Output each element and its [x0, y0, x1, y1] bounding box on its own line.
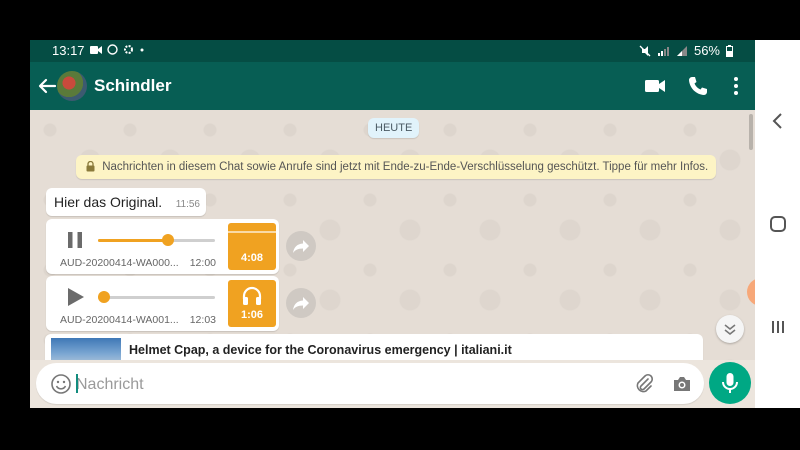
phone-screen: 13:17 56% Schindler HEUTE Nachrichten in… — [30, 40, 755, 408]
forward-button[interactable] — [286, 288, 316, 318]
back-arrow-icon[interactable] — [36, 75, 58, 97]
composer-bar — [30, 360, 755, 408]
settings-notification-icon — [124, 45, 133, 54]
message-time: 11:56 — [175, 199, 200, 210]
status-time: 13:17 — [52, 43, 85, 58]
chat-header: Schindler — [30, 62, 755, 110]
audio-filename: AUD-20200414-WA001... — [60, 314, 179, 326]
link-thumbnail — [51, 338, 121, 360]
attachment-icon[interactable] — [633, 373, 655, 395]
link-preview-message[interactable]: Helmet Cpap, a device for the Coronaviru… — [45, 334, 703, 360]
audio-message[interactable]: AUD-20200414-WA000... 12:00 4:08 — [46, 219, 279, 274]
audio-duration-badge: 4:08 — [228, 223, 276, 270]
edge-floating-handle[interactable] — [747, 278, 755, 306]
audio-progress-fill — [98, 239, 169, 242]
status-icons — [90, 44, 145, 55]
audio-duration: 4:08 — [240, 252, 264, 264]
date-chip: HEUTE — [368, 118, 420, 138]
message-input[interactable] — [74, 369, 618, 400]
video-notification-icon — [90, 45, 102, 54]
contact-name[interactable]: Schindler — [94, 76, 171, 96]
system-nav-bar — [755, 40, 800, 408]
more-options-icon[interactable] — [724, 74, 748, 98]
battery-percentage: 56% — [693, 43, 720, 58]
home-nav-icon[interactable] — [767, 213, 789, 235]
forward-icon — [293, 240, 309, 253]
back-nav-icon[interactable] — [767, 110, 789, 132]
link-title: Helmet Cpap, a device for the Coronaviru… — [129, 343, 512, 357]
video-call-icon[interactable] — [643, 74, 667, 98]
dot-icon — [140, 48, 144, 51]
audio-message[interactable]: AUD-20200414-WA001... 12:03 1:06 — [46, 276, 279, 331]
audio-progress-track[interactable] — [97, 291, 215, 303]
chat-area[interactable]: HEUTE Nachrichten in diesem Chat sowie A… — [30, 110, 755, 360]
text-cursor — [76, 374, 78, 393]
audio-time: 12:00 — [189, 257, 216, 269]
audio-time: 12:03 — [189, 314, 216, 326]
signal-icon — [676, 45, 687, 56]
audio-seek-handle[interactable] — [97, 291, 110, 303]
camera-icon[interactable] — [671, 373, 693, 395]
voice-call-icon[interactable] — [686, 74, 710, 98]
audio-progress-track[interactable] — [98, 234, 215, 246]
lock-icon — [86, 161, 95, 172]
forward-button[interactable] — [286, 231, 316, 261]
whatsapp-notification-icon — [107, 44, 118, 55]
contact-avatar[interactable] — [57, 71, 87, 101]
pause-icon[interactable] — [64, 229, 86, 251]
badge-bar — [228, 231, 276, 233]
emoji-icon[interactable] — [50, 373, 72, 395]
scrollbar[interactable] — [749, 114, 753, 150]
voice-record-button[interactable] — [709, 362, 751, 404]
audio-duration: 1:06 — [240, 309, 264, 321]
recent-apps-icon[interactable] — [767, 316, 789, 338]
status-bar: 13:17 56% — [30, 40, 755, 62]
audio-seek-handle[interactable] — [162, 234, 175, 246]
message-text: Hier das Original. — [54, 194, 163, 210]
encryption-notice[interactable]: Nachrichten in diesem Chat sowie Anrufe … — [76, 155, 716, 179]
encryption-notice-text: Nachrichten in diesem Chat sowie Anrufe … — [102, 161, 709, 173]
battery-icon — [726, 44, 733, 57]
microphone-icon — [722, 373, 738, 393]
play-icon[interactable] — [64, 286, 86, 308]
wifi-icon — [657, 46, 669, 56]
audio-filename: AUD-20200414-WA000... — [60, 257, 179, 269]
forward-icon — [293, 297, 309, 310]
audio-duration-badge: 1:06 — [228, 280, 276, 327]
message-bubble[interactable]: Hier das Original. 11:56 — [46, 188, 206, 216]
mute-icon — [639, 45, 651, 56]
headphones-icon — [242, 286, 262, 305]
status-right: 56% — [639, 43, 733, 58]
double-chevron-down-icon — [724, 324, 736, 336]
scroll-to-bottom-button[interactable] — [716, 315, 744, 343]
composer-box — [36, 363, 704, 404]
